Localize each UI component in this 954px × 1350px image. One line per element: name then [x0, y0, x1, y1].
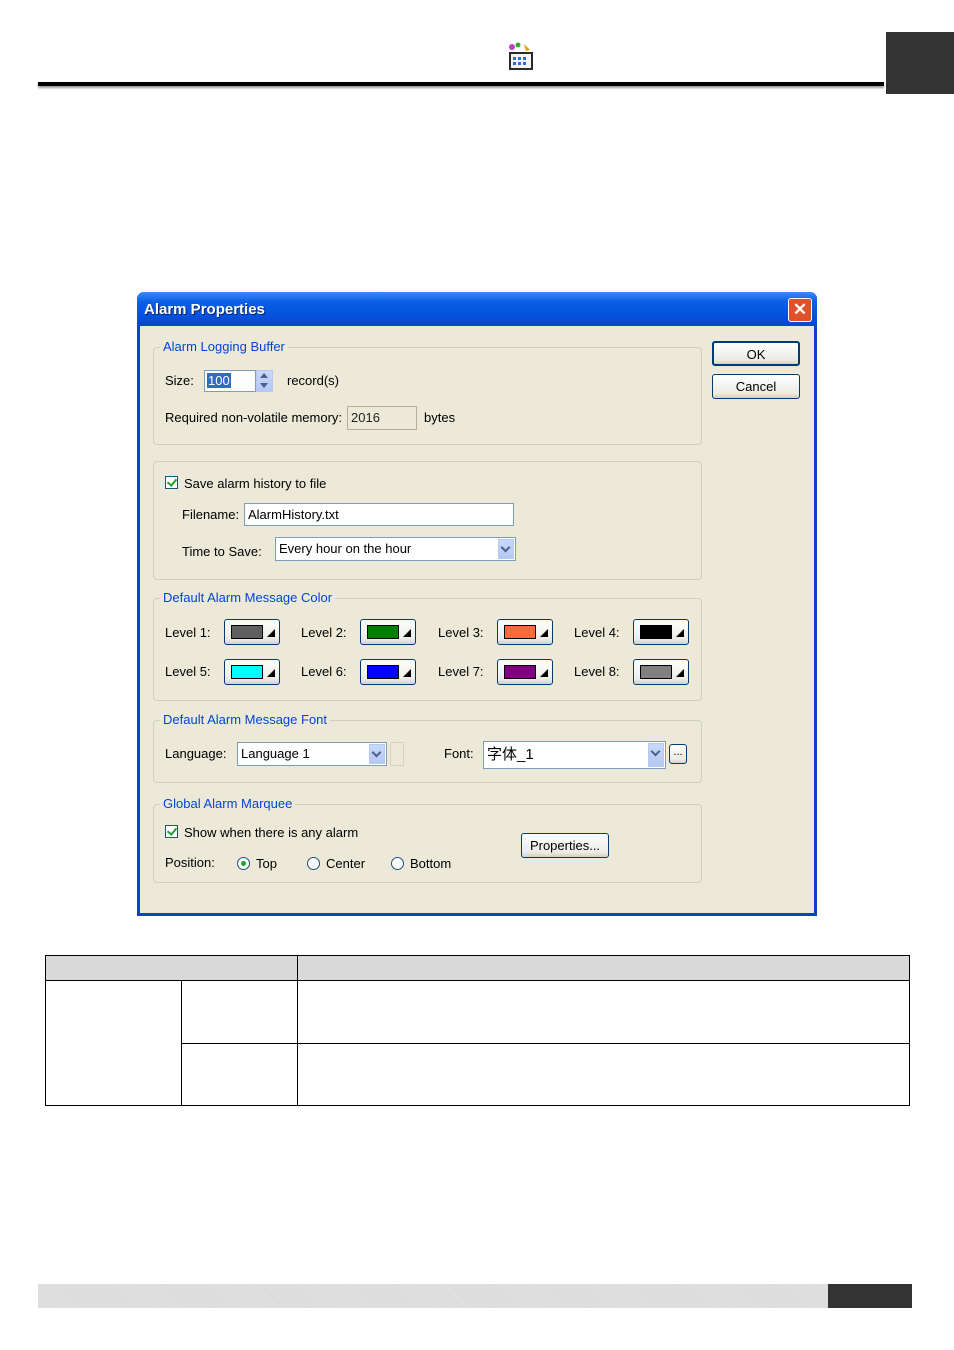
chevron-down-icon[interactable]: [369, 744, 385, 764]
size-value: 100: [207, 373, 231, 388]
level-4-color-button[interactable]: [633, 619, 689, 645]
spin-up-icon: [260, 373, 268, 378]
level-7-color-button[interactable]: [497, 659, 553, 685]
chevron-down-icon[interactable]: [498, 539, 514, 559]
header-rule: [38, 82, 884, 86]
level-3-label: Level 3:: [438, 625, 484, 640]
level-2-color-button[interactable]: [360, 619, 416, 645]
message-font-label: Default Alarm Message Font: [160, 712, 331, 727]
spin-down-icon: [260, 383, 268, 388]
color-swatch: [367, 665, 399, 679]
save-history-label: Save alarm history to file: [184, 476, 327, 491]
show-marquee-checkbox[interactable]: [165, 825, 178, 838]
close-button[interactable]: ✕: [788, 298, 812, 322]
color-swatch: [504, 625, 536, 639]
position-top-label: Top: [256, 856, 277, 871]
dropdown-triangle-icon: [403, 669, 411, 677]
color-swatch: [367, 625, 399, 639]
dialog-title: Alarm Properties: [144, 301, 265, 318]
level-5-label: Level 5:: [165, 664, 211, 679]
level-6-color-button[interactable]: [360, 659, 416, 685]
position-bottom-label: Bottom: [410, 856, 452, 871]
color-swatch: [504, 665, 536, 679]
level-4-label: Level 4:: [574, 625, 620, 640]
ok-button[interactable]: OK: [712, 341, 800, 366]
color-swatch: [231, 625, 263, 639]
size-label: Size:: [165, 373, 194, 388]
records-label: record(s): [287, 373, 340, 388]
description-table: [45, 955, 910, 1106]
dropdown-triangle-icon: [676, 629, 684, 637]
cancel-button[interactable]: Cancel: [712, 374, 800, 399]
table-header-row: [46, 956, 909, 981]
language-select[interactable]: Language 1: [237, 742, 387, 766]
table-row-divider: [181, 1043, 909, 1044]
position-center-radio[interactable]: [307, 857, 320, 870]
message-color-label: Default Alarm Message Color: [160, 590, 336, 605]
size-input[interactable]: 100: [204, 370, 256, 392]
alarm-logging-buffer-group: [153, 347, 702, 445]
font-select[interactable]: 字体_1: [483, 741, 666, 769]
level-1-label: Level 1:: [165, 625, 211, 640]
position-center-label: Center: [326, 856, 366, 871]
footer-page-tab: [828, 1284, 912, 1308]
level-8-label: Level 8:: [574, 664, 620, 679]
level-1-color-button[interactable]: [224, 619, 280, 645]
dialog-body: OK Cancel Alarm Logging Buffer Size: 100…: [140, 326, 814, 913]
size-spinner[interactable]: [256, 370, 273, 392]
alarm-properties-dialog: Alarm Properties ✕ OK Cancel Alarm Loggi…: [137, 292, 817, 916]
font-browse-button[interactable]: ...: [669, 744, 687, 764]
alarm-logging-buffer-label: Alarm Logging Buffer: [160, 339, 288, 354]
marquee-properties-button[interactable]: Properties...: [521, 833, 609, 858]
bytes-label: bytes: [424, 410, 456, 425]
app-logo-icon: [506, 42, 536, 72]
chapter-tab: [886, 32, 954, 94]
level-2-label: Level 2:: [301, 625, 347, 640]
position-label: Position:: [165, 855, 215, 870]
language-label: Language:: [165, 746, 227, 761]
dropdown-triangle-icon: [676, 669, 684, 677]
font-value: 字体_1: [487, 746, 534, 763]
global-marquee-label: Global Alarm Marquee: [160, 796, 296, 811]
level-3-color-button[interactable]: [497, 619, 553, 645]
show-marquee-label: Show when there is any alarm: [184, 825, 359, 840]
level-7-label: Level 7:: [438, 664, 484, 679]
chevron-down-icon[interactable]: [648, 743, 664, 767]
color-swatch: [640, 665, 672, 679]
footer-bar: [38, 1284, 828, 1308]
table-header-divider: [297, 956, 298, 1105]
dropdown-triangle-icon: [403, 629, 411, 637]
level-5-color-button[interactable]: [224, 659, 280, 685]
dropdown-triangle-icon: [540, 629, 548, 637]
global-marquee-group: [153, 804, 702, 883]
level-6-label: Level 6:: [301, 664, 347, 679]
level-8-color-button[interactable]: [633, 659, 689, 685]
dropdown-triangle-icon: [540, 669, 548, 677]
save-history-checkbox[interactable]: [165, 476, 178, 489]
memory-field: 2016: [347, 406, 417, 430]
time-to-save-select[interactable]: Every hour on the hour: [275, 537, 516, 561]
position-top-radio[interactable]: [237, 857, 250, 870]
font-label: Font:: [444, 746, 474, 761]
position-bottom-radio[interactable]: [391, 857, 404, 870]
message-color-group: [153, 598, 702, 701]
filename-input[interactable]: AlarmHistory.txt: [244, 503, 514, 526]
language-spinner: [390, 742, 404, 766]
color-swatch: [640, 625, 672, 639]
title-bar[interactable]: Alarm Properties ✕: [137, 292, 817, 326]
color-swatch: [231, 665, 263, 679]
dropdown-triangle-icon: [267, 629, 275, 637]
time-to-save-value: Every hour on the hour: [279, 541, 412, 556]
memory-label: Required non-volatile memory:: [165, 410, 343, 425]
language-value: Language 1: [241, 746, 310, 761]
time-to-save-label: Time to Save:: [182, 544, 262, 559]
dropdown-triangle-icon: [267, 669, 275, 677]
filename-label: Filename:: [182, 507, 240, 522]
close-icon: ✕: [792, 300, 808, 319]
